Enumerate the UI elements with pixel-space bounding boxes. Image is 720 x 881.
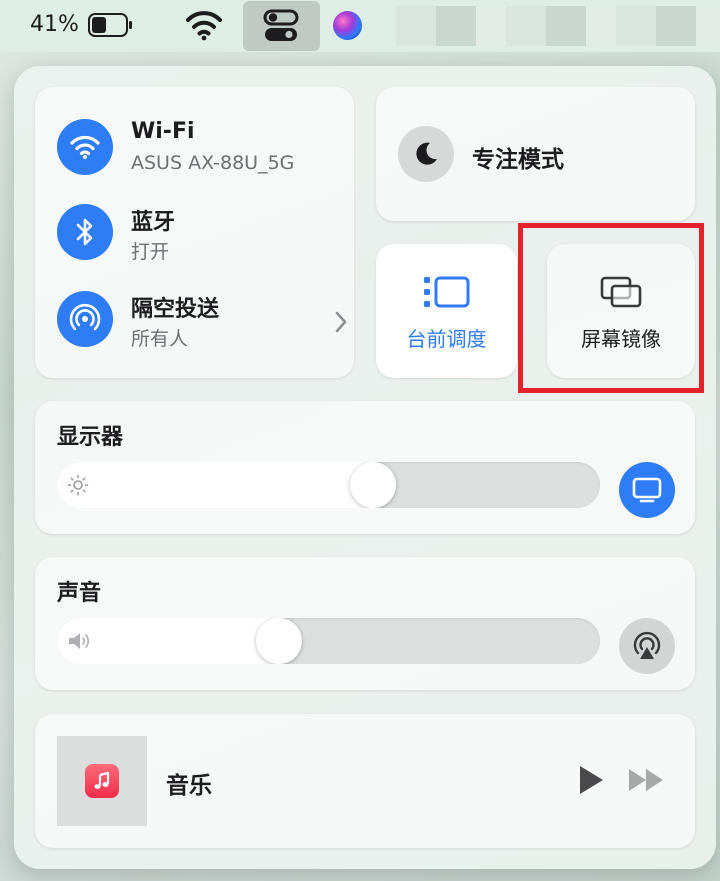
screen-mirroring-label: 屏幕镜像 (581, 327, 661, 351)
sound-tile: 声音 (35, 557, 695, 690)
focus-label: 专注模式 (472, 147, 564, 173)
wifi-toggle[interactable] (57, 119, 113, 175)
album-artwork[interactable] (57, 736, 147, 826)
display-title: 显示器 (57, 425, 124, 450)
wifi-icon[interactable] (186, 8, 222, 42)
fast-forward-icon[interactable] (627, 767, 665, 793)
battery-percent: 41% (30, 12, 79, 37)
wifi-title: Wi-Fi (131, 119, 195, 144)
now-playing-tile: 音乐 (35, 714, 695, 848)
wifi-icon (70, 135, 100, 159)
brightness-fill (57, 462, 373, 508)
volume-slider[interactable] (57, 618, 600, 664)
play-icon[interactable] (577, 764, 605, 796)
chevron-right-icon[interactable] (335, 311, 347, 333)
stage-manager-label: 台前调度 (406, 327, 487, 351)
screen-mirroring-button[interactable]: 屏幕镜像 (547, 244, 695, 378)
brightness-knob[interactable] (350, 462, 396, 508)
wifi-network-name: ASUS AX-88U_5G (131, 152, 295, 174)
airdrop-toggle[interactable] (57, 291, 113, 347)
airplay-audio-icon (633, 631, 661, 659)
music-app-icon (85, 764, 119, 798)
display-icon (632, 477, 662, 503)
bluetooth-status: 打开 (131, 241, 170, 263)
screen-mirroring-icon (600, 276, 642, 308)
stage-manager-icon (424, 276, 470, 308)
display-tile: 显示器 (35, 401, 695, 534)
bluetooth-icon (76, 218, 93, 246)
display-settings-button[interactable] (619, 462, 675, 518)
sun-icon (67, 474, 89, 496)
menu-bar: 41% (0, 0, 720, 52)
battery-icon[interactable] (88, 13, 134, 37)
blurred-menu-items (396, 6, 720, 46)
volume-knob[interactable] (256, 618, 302, 664)
airdrop-title: 隔空投送 (131, 297, 220, 322)
airdrop-status: 所有人 (131, 328, 189, 350)
focus-tile[interactable]: 专注模式 (376, 87, 695, 221)
control-center-icon (263, 9, 299, 41)
control-center-panel: Wi-Fi ASUS AX-88U_5G 蓝牙 打开 隔空投送 所有人 专注模式… (14, 66, 716, 869)
airdrop-row[interactable]: 隔空投送 所有人 (57, 291, 347, 351)
control-center-button[interactable] (243, 1, 320, 51)
moon-icon (416, 142, 437, 165)
bluetooth-toggle[interactable] (57, 204, 113, 260)
stage-manager-button[interactable]: 台前调度 (376, 244, 517, 378)
network-tile: Wi-Fi ASUS AX-88U_5G 蓝牙 打开 隔空投送 所有人 (35, 87, 354, 378)
focus-toggle[interactable] (398, 126, 454, 182)
siri-icon[interactable] (333, 11, 362, 40)
brightness-slider[interactable] (57, 462, 600, 508)
airdrop-icon (69, 303, 101, 331)
music-title: 音乐 (166, 773, 212, 799)
wifi-row[interactable]: Wi-Fi ASUS AX-88U_5G (57, 119, 347, 179)
bluetooth-title: 蓝牙 (131, 210, 176, 235)
bluetooth-row[interactable]: 蓝牙 打开 (57, 204, 347, 264)
audio-output-button[interactable] (619, 618, 675, 674)
speaker-icon (69, 633, 90, 649)
sound-title: 声音 (57, 581, 102, 606)
